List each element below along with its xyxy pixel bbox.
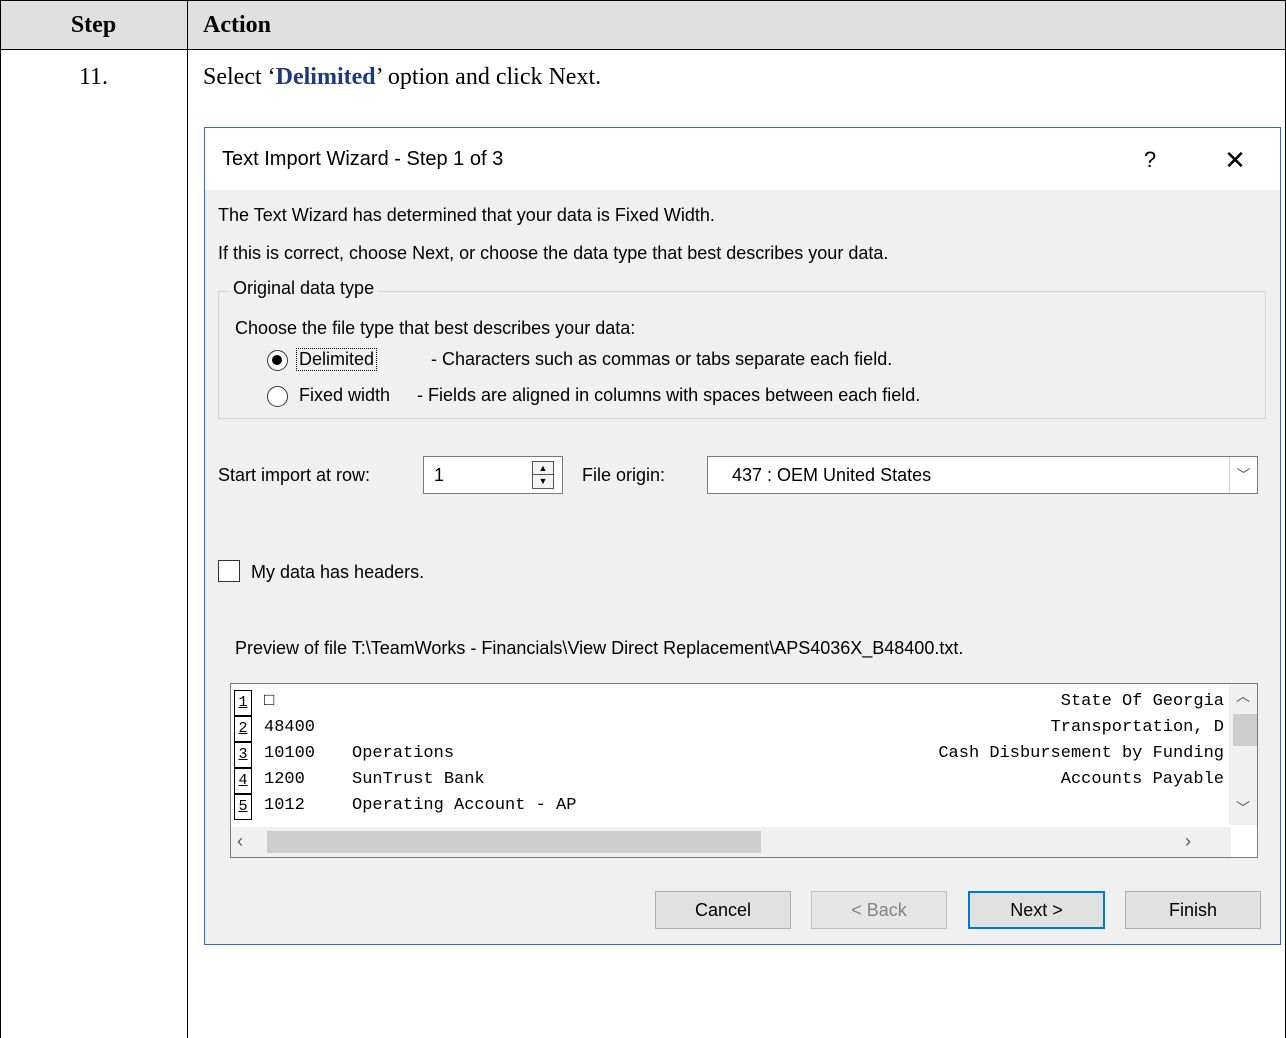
spin-down-icon[interactable]: ▼ [533, 475, 553, 488]
step-instruction: Select ‘Delimited’ option and click Next… [203, 64, 601, 91]
instruction-keyword: Delimited [275, 64, 376, 90]
wizard-detected-text: The Text Wizard has determined that your… [218, 205, 715, 225]
preview-row: 2 48400 Transportation, D [234, 716, 1224, 742]
start-import-row-input[interactable]: 1 ▲ ▼ [423, 456, 563, 494]
preview-cell: 1012 [264, 796, 305, 815]
preview-row: 1 □ State Of Georgia [234, 690, 1224, 716]
close-button[interactable]: ✕ [1213, 142, 1257, 178]
header-action: Action [203, 12, 271, 38]
original-data-type-group: Original data type Choose the file type … [218, 278, 1266, 419]
headers-checkbox[interactable] [218, 560, 240, 582]
dialog-title: Text Import Wizard - Step 1 of 3 [222, 148, 504, 170]
preview-cell: Operations [352, 744, 455, 763]
preview-row-number: 3 [234, 742, 252, 768]
preview-cell: 48400 [264, 718, 316, 737]
preview-row-number: 1 [234, 690, 252, 716]
start-row-value: 1 [434, 465, 445, 485]
preview-row: 5 1012 Operating Account - AP [234, 794, 1224, 820]
preview-cell: State Of Georgia [1060, 692, 1224, 711]
file-origin-value: 437 : OEM United States [732, 465, 932, 485]
radio-fixed-width-label[interactable]: Fixed width [299, 385, 390, 406]
preview-label: Preview of file T:\TeamWorks - Financial… [235, 638, 964, 658]
preview-cell: SunTrust Bank [352, 770, 485, 789]
wizard-instruction-text: If this is correct, choose Next, or choo… [218, 243, 889, 263]
group-title: Original data type [229, 278, 379, 299]
radio-delimited-row[interactable]: Delimited - Characters such as commas or… [255, 348, 1255, 374]
preview-cell: 10100 [264, 744, 316, 763]
table-header-row [0, 0, 1286, 50]
instruction-pre: Select ‘ [203, 64, 276, 90]
radio-fixed-width-row[interactable]: Fixed width - Fields are aligned in colu… [255, 384, 1255, 410]
preview-rows: 1 □ State Of Georgia 2 48400 Transportat… [234, 690, 1224, 825]
spin-buttons[interactable]: ▲ ▼ [532, 461, 554, 489]
preview-cell: Accounts Payable [1060, 770, 1224, 789]
scroll-left-icon[interactable]: ‹ [237, 831, 257, 853]
radio-delimited-desc: - Characters such as commas or tabs sepa… [431, 349, 893, 369]
file-preview[interactable]: 1 □ State Of Georgia 2 48400 Transportat… [230, 683, 1258, 858]
preview-row-number: 2 [234, 716, 252, 742]
preview-cell: 1200 [264, 770, 305, 789]
spin-up-icon[interactable]: ▲ [533, 462, 553, 475]
table-left-border [0, 0, 1, 1038]
preview-cell: Operating Account - AP [352, 796, 577, 815]
file-origin-select[interactable]: 437 : OEM United States ﹀ [707, 456, 1258, 494]
table-column-divider [187, 0, 188, 1038]
help-button[interactable]: ? [1130, 142, 1170, 178]
radio-fixed-width[interactable] [267, 386, 288, 407]
scroll-down-icon[interactable]: ﹀ [1229, 798, 1257, 822]
vertical-scrollbar[interactable]: ︿ ﹀ [1229, 684, 1257, 825]
text-import-wizard-dialog: Text Import Wizard - Step 1 of 3 ? ✕ The… [204, 127, 1281, 945]
file-origin-label: File origin: [582, 465, 666, 485]
headers-checkbox-label[interactable]: My data has headers. [251, 562, 424, 583]
horizontal-scroll-thumb[interactable] [267, 831, 761, 853]
chevron-down-icon[interactable]: ﹀ [1229, 457, 1257, 493]
preview-cell: □ [264, 692, 275, 711]
vertical-scroll-thumb[interactable] [1233, 714, 1257, 746]
radio-delimited-label[interactable]: Delimited [295, 348, 378, 371]
next-button[interactable]: Next > [968, 891, 1105, 929]
scroll-right-icon[interactable]: › [1185, 831, 1205, 853]
start-import-row-label: Start import at row: [218, 465, 371, 485]
horizontal-scrollbar[interactable]: ‹ › [231, 827, 1231, 857]
back-button[interactable]: < Back [811, 891, 947, 929]
preview-row-number: 4 [234, 768, 252, 794]
radio-fixed-width-desc: - Fields are aligned in columns with spa… [417, 385, 921, 405]
cancel-button[interactable]: Cancel [655, 891, 791, 929]
preview-row: 4 1200 SunTrust Bank Accounts Payable [234, 768, 1224, 794]
preview-cell: Transportation, D [1050, 718, 1224, 737]
step-number: 11. [78, 64, 109, 90]
preview-cell: Cash Disbursement by Funding [938, 744, 1224, 763]
scroll-up-icon[interactable]: ︿ [1229, 686, 1257, 710]
dialog-titlebar: Text Import Wizard - Step 1 of 3 ? ✕ [205, 128, 1280, 190]
finish-button[interactable]: Finish [1125, 891, 1261, 929]
preview-row: 3 10100 Operations Cash Disbursement by … [234, 742, 1224, 768]
instruction-post: ’ option and click Next. [375, 64, 602, 90]
choose-file-type-label: Choose the file type that best describes… [235, 318, 636, 338]
header-step: Step [70, 12, 117, 38]
radio-delimited[interactable] [267, 350, 288, 371]
preview-row-number: 5 [234, 794, 252, 820]
